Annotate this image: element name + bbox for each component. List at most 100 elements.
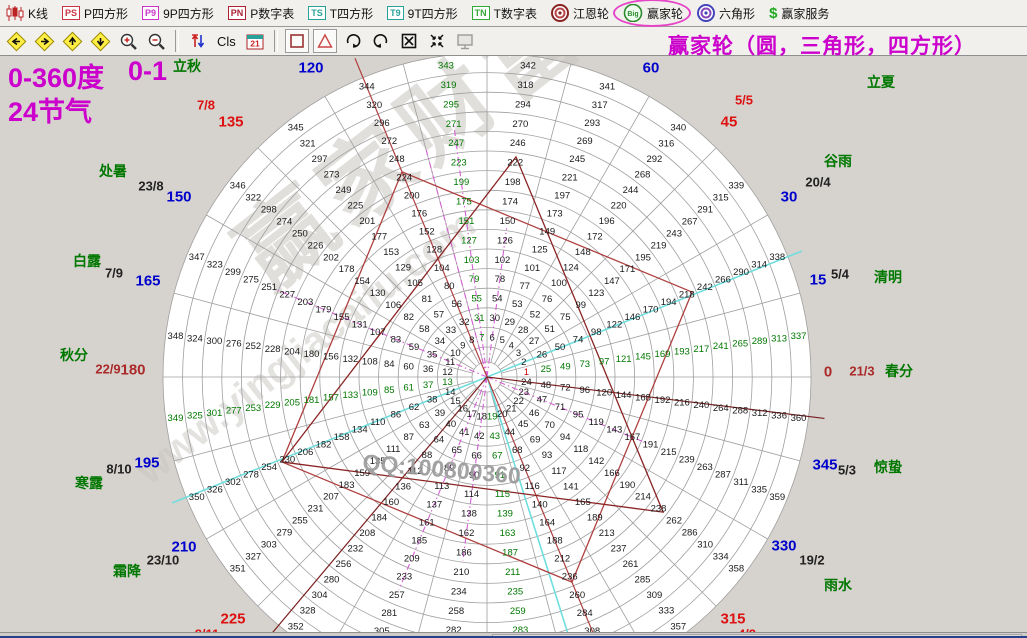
center-arrows-button[interactable] bbox=[425, 29, 449, 53]
svg-text:81: 81 bbox=[422, 294, 433, 305]
toolbar-item-K线[interactable]: K线 bbox=[6, 4, 48, 22]
toolbar-item-P数字表[interactable]: PNP数字表 bbox=[228, 5, 295, 22]
toolbar-item-P四方形[interactable]: PS P四方形 bbox=[62, 5, 128, 22]
svg-text:8: 8 bbox=[469, 335, 474, 346]
svg-text:243: 243 bbox=[666, 228, 682, 239]
svg-text:148: 148 bbox=[575, 247, 591, 258]
svg-text:15: 15 bbox=[810, 271, 827, 288]
toolbar-separator bbox=[274, 30, 278, 52]
svg-text:150: 150 bbox=[500, 216, 516, 227]
svg-text:317: 317 bbox=[592, 100, 608, 111]
svg-text:242: 242 bbox=[697, 282, 713, 293]
arrow-right-diamond bbox=[34, 31, 55, 52]
calendar-button[interactable]: 21 bbox=[243, 29, 267, 53]
svg-text:259: 259 bbox=[510, 606, 526, 617]
triangle-tool-button[interactable] bbox=[313, 29, 337, 53]
toolbar-item-9T四方形[interactable]: T99T四方形 bbox=[387, 5, 458, 22]
solar-terms-label: 24节气 bbox=[8, 90, 92, 129]
toolbar-item-T四方形[interactable]: TST四方形 bbox=[308, 5, 373, 22]
svg-text:30: 30 bbox=[781, 188, 798, 205]
svg-text:221: 221 bbox=[562, 172, 578, 183]
svg-text:218: 218 bbox=[679, 289, 695, 300]
toolbar-item-江恩轮[interactable]: 江恩轮 bbox=[551, 4, 609, 22]
svg-text:315: 315 bbox=[713, 193, 729, 204]
svg-text:76: 76 bbox=[542, 294, 553, 305]
svg-text:352: 352 bbox=[288, 621, 304, 632]
svg-text:60: 60 bbox=[403, 362, 414, 373]
svg-text:351: 351 bbox=[230, 563, 246, 574]
svg-text:336: 336 bbox=[771, 410, 787, 421]
svg-text:145: 145 bbox=[635, 351, 651, 362]
gann-wheel-chart: 赢家财富网www.yingjiacaifu.com123456789101112… bbox=[0, 56, 1027, 632]
svg-text:110: 110 bbox=[370, 417, 385, 428]
svg-text:182: 182 bbox=[316, 440, 332, 451]
svg-text:45: 45 bbox=[518, 419, 529, 430]
square-tool-button[interactable] bbox=[285, 29, 309, 53]
svg-text:139: 139 bbox=[497, 509, 513, 520]
svg-text:133: 133 bbox=[342, 390, 358, 401]
svg-text:108: 108 bbox=[362, 357, 378, 368]
svg-text:176: 176 bbox=[411, 208, 427, 219]
svg-text:84: 84 bbox=[384, 359, 395, 370]
svg-text:235: 235 bbox=[507, 586, 523, 597]
svg-text:350: 350 bbox=[189, 492, 205, 503]
arrow-down-diamond-button[interactable] bbox=[88, 29, 112, 53]
svg-text:300: 300 bbox=[206, 336, 222, 347]
svg-text:274: 274 bbox=[276, 217, 292, 228]
svg-text:286: 286 bbox=[682, 527, 698, 538]
svg-text:17: 17 bbox=[466, 409, 477, 420]
svg-text:23: 23 bbox=[518, 387, 529, 398]
rotate-cw bbox=[344, 32, 362, 50]
svg-text:77: 77 bbox=[519, 281, 530, 292]
svg-text:149: 149 bbox=[539, 227, 555, 238]
svg-text:155: 155 bbox=[334, 312, 350, 323]
toolbar-item-赢家轮[interactable]: Big赢家轮 bbox=[623, 4, 683, 22]
svg-text:215: 215 bbox=[661, 447, 677, 458]
svg-text:303: 303 bbox=[261, 539, 277, 550]
arrow-left-diamond-button[interactable] bbox=[4, 29, 28, 53]
rotate-ccw-button[interactable] bbox=[369, 29, 393, 53]
zoom-in-button[interactable] bbox=[116, 29, 140, 53]
svg-text:34: 34 bbox=[435, 336, 446, 347]
svg-text:33: 33 bbox=[446, 325, 457, 336]
rotate-cw-button[interactable] bbox=[341, 29, 365, 53]
svg-text:345: 345 bbox=[812, 456, 837, 473]
toolbar-item-六角形[interactable]: 六角形 bbox=[697, 4, 755, 22]
zoom-out-button[interactable] bbox=[144, 29, 168, 53]
svg-text:65: 65 bbox=[451, 445, 462, 456]
toolbar-item-赢家服务[interactable]: $赢家服务 bbox=[769, 5, 829, 22]
arrow-up-diamond-button[interactable] bbox=[60, 29, 84, 53]
svg-text:252: 252 bbox=[245, 341, 261, 352]
svg-text:191: 191 bbox=[643, 440, 659, 451]
svg-text:52: 52 bbox=[530, 309, 541, 320]
cls-button[interactable]: Cls bbox=[214, 29, 239, 53]
svg-text:7/8: 7/8 bbox=[197, 98, 215, 113]
svg-text:158: 158 bbox=[334, 432, 350, 443]
svg-text:95: 95 bbox=[573, 410, 584, 421]
svg-text:219: 219 bbox=[651, 240, 667, 251]
svg-text:82: 82 bbox=[403, 312, 414, 323]
svg-text:85: 85 bbox=[384, 385, 395, 396]
ps-badge-icon: PS bbox=[62, 6, 80, 20]
expand-box-button[interactable] bbox=[397, 29, 421, 53]
svg-text:192: 192 bbox=[655, 395, 671, 406]
svg-text:白露: 白露 bbox=[73, 253, 102, 269]
svg-text:230: 230 bbox=[279, 455, 295, 466]
svg-text:272: 272 bbox=[381, 136, 397, 147]
toolbar-item-T数字表[interactable]: TNT数字表 bbox=[472, 5, 537, 22]
toolbar-item-label: P四方形 bbox=[84, 5, 128, 22]
svg-text:302: 302 bbox=[225, 477, 241, 488]
gann-wheel-svg: 赢家财富网www.yingjiacaifu.com123456789101112… bbox=[0, 56, 1027, 632]
svg-text:212: 212 bbox=[554, 554, 570, 565]
svg-text:276: 276 bbox=[226, 339, 242, 350]
arrow-right-diamond-button[interactable] bbox=[32, 29, 56, 53]
updown-arrows-button[interactable] bbox=[186, 29, 210, 53]
toolbar-item-9P四方形[interactable]: P99P四方形 bbox=[142, 5, 214, 22]
svg-text:124: 124 bbox=[563, 263, 579, 274]
svg-text:99: 99 bbox=[575, 300, 586, 311]
svg-text:309: 309 bbox=[646, 590, 662, 601]
svg-text:246: 246 bbox=[510, 138, 526, 149]
svg-text:清明: 清明 bbox=[874, 269, 902, 285]
svg-text:195: 195 bbox=[635, 252, 651, 263]
svg-text:264: 264 bbox=[713, 403, 729, 414]
